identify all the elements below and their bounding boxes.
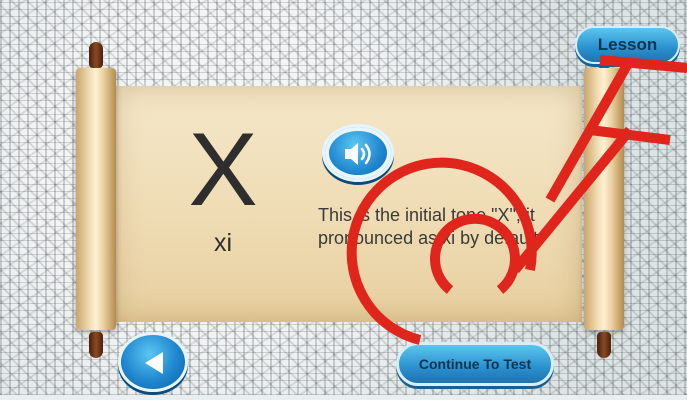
back-button[interactable] — [118, 332, 188, 392]
speaker-icon — [345, 143, 371, 165]
roller-knob — [89, 332, 103, 358]
scroll-roller-left — [76, 42, 116, 358]
back-arrow-icon — [145, 352, 163, 374]
pinyin-label: xi — [213, 229, 233, 257]
initial-letter: X — [188, 112, 258, 228]
roller-knob — [89, 42, 103, 68]
roller-knob — [597, 332, 611, 358]
description-text: This is the initial tone "X", it pronoun… — [318, 205, 544, 248]
play-audio-button[interactable] — [322, 124, 394, 182]
scroll-roller-right — [584, 42, 624, 358]
continue-to-test-button[interactable]: Continue To Test — [396, 342, 554, 386]
lesson-button[interactable]: Lesson — [575, 26, 680, 64]
